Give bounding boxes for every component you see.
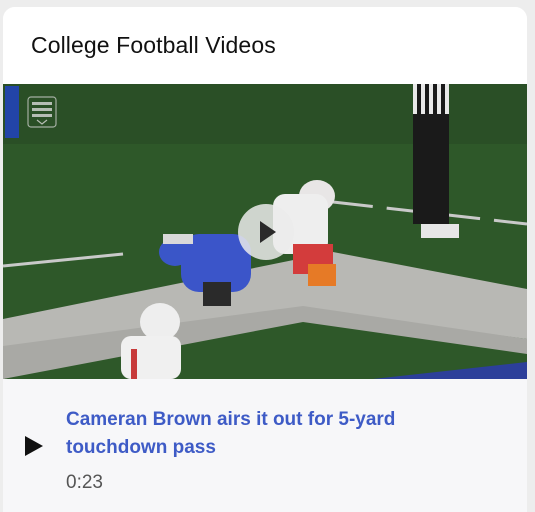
video-thumbnail[interactable] xyxy=(3,84,527,379)
play-icon[interactable] xyxy=(23,434,45,458)
widget-header: College Football Videos xyxy=(3,7,527,84)
play-icon xyxy=(260,221,276,243)
video-info: Cameran Brown airs it out for 5-yard tou… xyxy=(3,379,527,512)
video-title-link[interactable]: Cameran Brown airs it out for 5-yard tou… xyxy=(66,406,486,462)
video-duration: 0:23 xyxy=(66,472,103,493)
widget-title: College Football Videos xyxy=(31,32,276,58)
espn-college-football-logo-icon xyxy=(27,96,57,128)
play-overlay-button[interactable] xyxy=(238,204,294,260)
video-widget-card: College Football Videos Cameran Brown ai… xyxy=(3,7,527,512)
